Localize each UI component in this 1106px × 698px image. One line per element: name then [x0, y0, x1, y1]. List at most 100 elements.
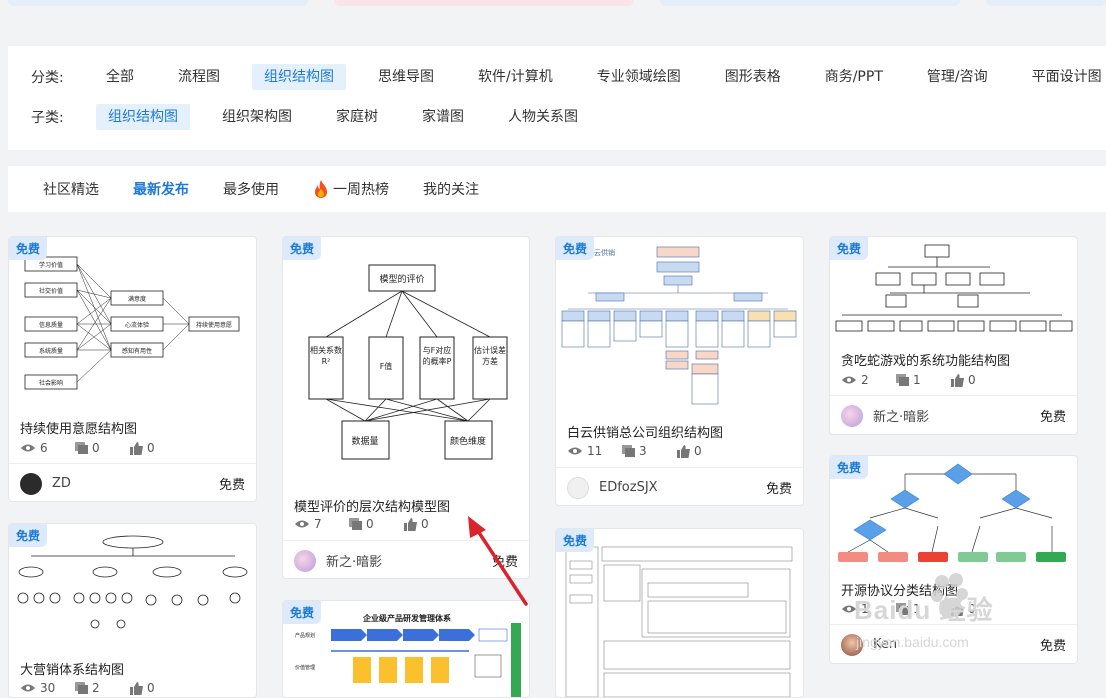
price-label: 免费 — [218, 478, 245, 493]
category-all[interactable]: 全部 — [94, 64, 146, 90]
subcategory-relationship[interactable]: 人物关系图 — [496, 104, 590, 130]
tab-most-used[interactable]: 最多使用 — [206, 179, 296, 199]
category-mindmap[interactable]: 思维导图 — [366, 64, 446, 90]
card-stats: 30 2 0 — [20, 681, 185, 695]
node-label: 心流体验 — [125, 321, 149, 329]
view-count: 30 — [40, 681, 56, 695]
card-title[interactable]: 白云供销总公司组织结构图 — [567, 422, 723, 441]
free-badge: 免费 — [9, 524, 48, 547]
template-card[interactable]: 免费 大营销体系结构图 30 2 0 — [8, 523, 257, 698]
like-count: 0 — [421, 517, 429, 531]
diagram-thumbnail: 模型的评价 数据量 颜色维度 相关系数R² F值 与F对应的概率P 估计误差方差 — [308, 264, 508, 460]
node-label: 颜色维度 — [450, 435, 486, 447]
template-card[interactable]: 免费 学习价值 社交价值 信息质量 系统质量 社会影响 满意度 心流体验 感知有… — [8, 236, 257, 502]
like-count: 0 — [968, 602, 976, 616]
sort-tabs: 社区精选 最新发布 最多使用 一周热榜 我的关注 — [8, 166, 1106, 212]
category-professional[interactable]: 专业领域绘图 — [585, 64, 693, 90]
card-stats: 11 3 0 — [567, 444, 732, 458]
free-badge: 免费 — [830, 237, 869, 260]
category-org-chart[interactable]: 组织结构图 — [252, 64, 346, 90]
node-label: 社交价值 — [39, 287, 63, 295]
node-label: 持续使用意愿 — [196, 321, 232, 329]
comment-icon — [622, 445, 635, 457]
view-count: 2 — [861, 373, 869, 387]
view-count: 1 — [861, 602, 869, 616]
node-label: 社会影响 — [39, 379, 63, 387]
category-management[interactable]: 管理/咨询 — [915, 64, 1000, 90]
category-label: 分类: — [31, 70, 64, 86]
author-name[interactable]: ZD — [52, 476, 219, 491]
diagram-thumbnail — [565, 546, 793, 697]
avatar[interactable] — [294, 549, 316, 572]
eye-icon — [842, 605, 856, 613]
eye-icon — [295, 520, 309, 528]
diagram-thumbnail: 学习价值 社交价值 信息质量 系统质量 社会影响 满意度 心流体验 感知有用性 … — [24, 256, 240, 390]
template-card[interactable]: 免费 企业级产品研发管理体系 产品规划 价值管理 — [282, 600, 530, 698]
comment-icon — [75, 442, 88, 454]
node-label: 满意度 — [128, 295, 146, 303]
card-stats: 2 1 0 — [841, 373, 1006, 387]
tab-following[interactable]: 我的关注 — [406, 179, 496, 199]
author-name[interactable]: Ken — [873, 637, 1040, 652]
category-flowchart[interactable]: 流程图 — [166, 64, 232, 90]
top-banner-strip — [0, 0, 1106, 8]
free-badge: 免费 — [283, 237, 322, 260]
node-label: F值 — [379, 362, 393, 371]
card-title[interactable]: 开源协议分类结构图 — [841, 580, 958, 599]
comment-count: 3 — [639, 444, 647, 458]
price-label: 免费 — [765, 482, 792, 497]
card-title[interactable]: 持续使用意愿结构图 — [20, 418, 137, 437]
node-label: 系统质量 — [39, 347, 63, 355]
author-name[interactable]: EDfozSJX — [599, 480, 766, 495]
node-label: 数据量 — [351, 435, 378, 447]
subcategory-genealogy[interactable]: 家谱图 — [410, 104, 476, 130]
card-footer: 新之·暗影 免费 — [830, 395, 1077, 434]
thumbs-up-icon — [677, 444, 690, 458]
comment-count: 0 — [92, 441, 100, 455]
tab-community-picks[interactable]: 社区精选 — [8, 179, 116, 199]
category-graphic-table[interactable]: 图形表格 — [713, 64, 793, 90]
subcategory-org-structure[interactable]: 组织架构图 — [210, 104, 304, 130]
comment-count: 1 — [913, 602, 921, 616]
free-badge: 免费 — [556, 529, 595, 552]
view-count: 11 — [587, 444, 603, 458]
eye-icon — [568, 447, 582, 455]
thumbs-up-icon — [951, 373, 964, 387]
tab-latest[interactable]: 最新发布 — [116, 179, 206, 199]
template-card[interactable]: 免费 云供销 白云供销总公司组织结构图 11 3 0 EDfozSJX 免费 — [555, 236, 804, 506]
avatar[interactable] — [567, 476, 589, 499]
author-name[interactable]: 新之·暗影 — [873, 406, 1040, 425]
card-title[interactable]: 贪吃蛇游戏的系统功能结构图 — [841, 350, 1010, 369]
eye-icon — [21, 444, 35, 452]
card-stats: 7 0 0 — [294, 517, 459, 531]
category-graphic-design[interactable]: 平面设计图 — [1020, 64, 1106, 90]
comment-count: 0 — [366, 517, 374, 531]
category-software[interactable]: 软件/计算机 — [466, 64, 565, 90]
avatar[interactable] — [841, 633, 863, 656]
like-count: 0 — [968, 373, 976, 387]
price-label: 免费 — [1039, 639, 1066, 654]
price-label: 免费 — [1039, 410, 1066, 425]
avatar[interactable] — [841, 404, 863, 427]
like-count: 0 — [147, 681, 155, 695]
tab-weekly-hot[interactable]: 一周热榜 — [296, 179, 406, 199]
like-count: 0 — [694, 444, 702, 458]
category-business-ppt[interactable]: 商务/PPT — [813, 64, 895, 90]
template-card[interactable]: 免费 — [555, 528, 804, 698]
view-count: 7 — [314, 517, 322, 531]
template-card[interactable]: 免费 开源协议分类结构图 1 1 0 Ken 免费 — [829, 455, 1078, 664]
card-title[interactable]: 模型评价的层次结构模型图 — [294, 496, 450, 515]
comment-icon — [896, 374, 909, 386]
subcategory-org-chart[interactable]: 组织结构图 — [96, 104, 190, 130]
subcategory-family-tree[interactable]: 家庭树 — [324, 104, 390, 130]
card-footer: EDfozSJX 免费 — [556, 467, 803, 505]
annotation-arrow — [468, 516, 528, 606]
template-card[interactable]: 免费 贪吃蛇游戏的系统功能结构图 2 1 0 新之·暗影 免费 — [829, 236, 1078, 435]
card-footer: Ken 免费 — [830, 624, 1077, 663]
card-title[interactable]: 大营销体系结构图 — [20, 659, 124, 678]
view-count: 6 — [40, 441, 48, 455]
category-filter-panel: 分类: 全部 流程图 组织结构图 思维导图 软件/计算机 专业领域绘图 图形表格… — [8, 46, 1106, 150]
row-label: 产品规划 — [295, 632, 315, 639]
avatar[interactable] — [20, 472, 42, 495]
comment-icon — [896, 603, 909, 615]
